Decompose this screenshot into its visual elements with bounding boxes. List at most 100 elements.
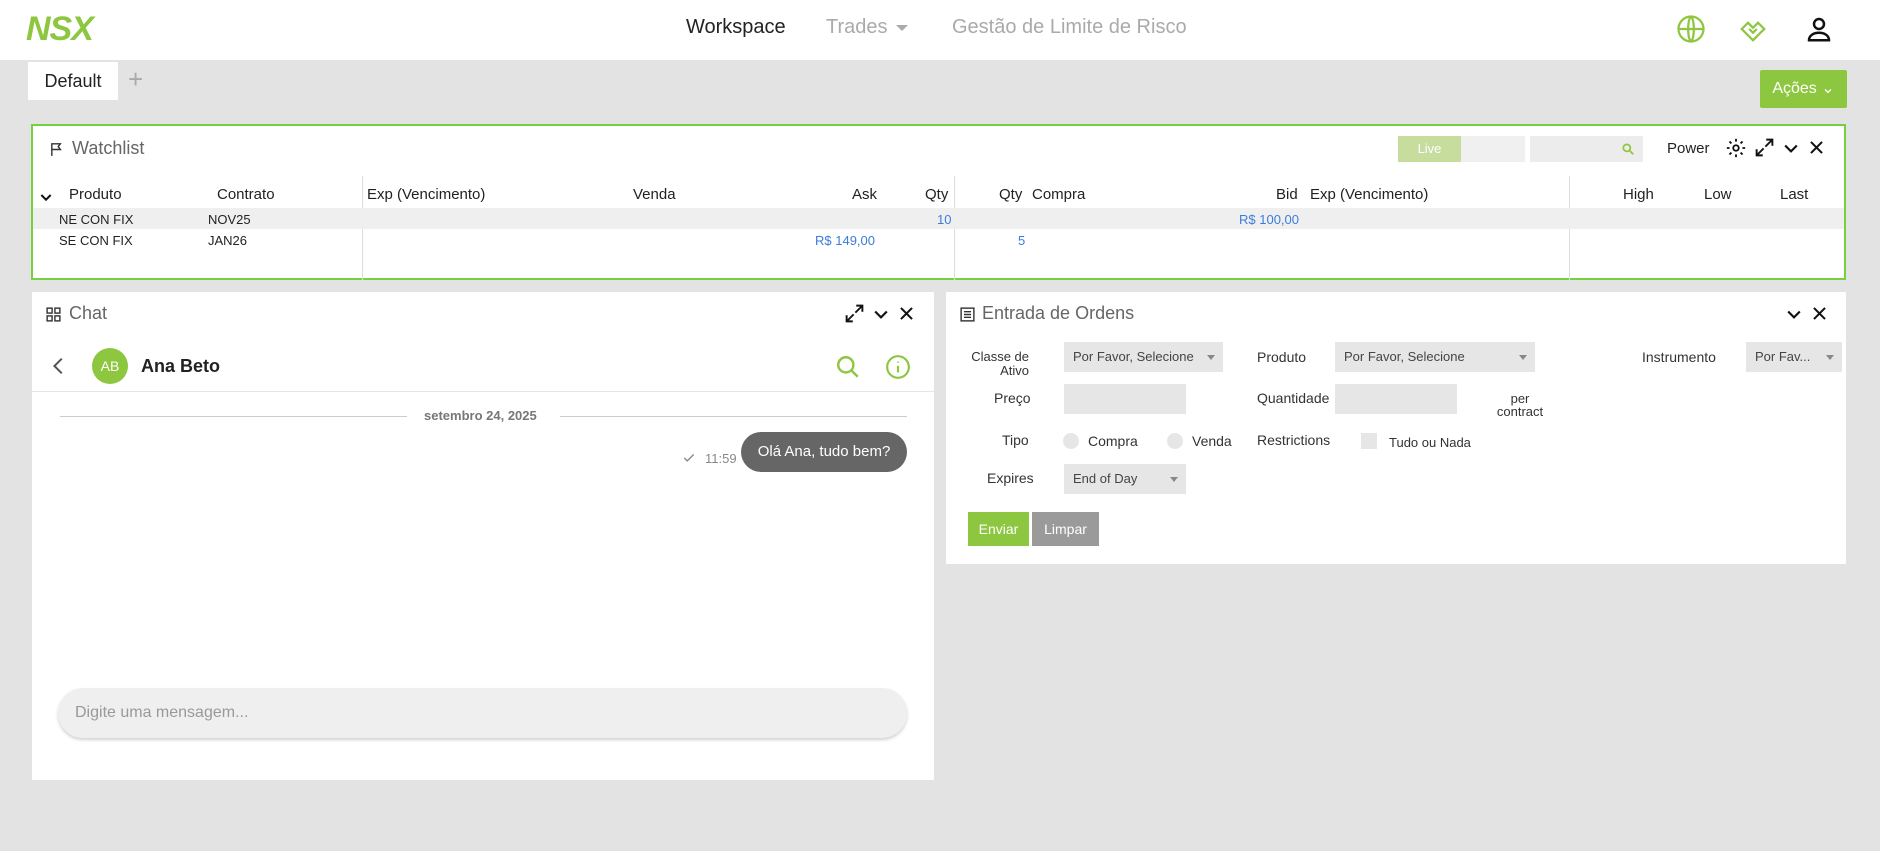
watchlist-title: Watchlist	[72, 138, 145, 158]
live-toggle[interactable]: Live	[1398, 136, 1461, 162]
col-contrato[interactable]: Contrato	[217, 186, 275, 203]
expires-value: End of Day	[1073, 471, 1138, 486]
col-low[interactable]: Low	[1704, 186, 1732, 203]
type-label: Tipo	[1002, 432, 1029, 448]
col-compra[interactable]: Compra	[1032, 186, 1085, 203]
product-label: Produto	[1257, 349, 1307, 365]
per-contract-label: per contract	[1490, 392, 1550, 418]
buy-label[interactable]: Compra	[1088, 433, 1138, 449]
row2-bid-qty[interactable]: 5	[1018, 233, 1025, 248]
dropdown-arrow-icon	[1207, 355, 1215, 360]
contact-name: Ana Beto	[141, 356, 221, 376]
quantity-label: Quantidade	[1257, 390, 1330, 406]
power-label[interactable]: Power	[1667, 140, 1710, 157]
row2-ask[interactable]: R$ 149,00	[815, 233, 875, 248]
row1-bid[interactable]: R$ 100,00	[1239, 212, 1299, 227]
col-exp-venda[interactable]: Exp (Vencimento)	[367, 186, 485, 203]
table-row[interactable]	[33, 229, 1844, 251]
price-input[interactable]	[1064, 384, 1186, 414]
asset-class-label-line2: Ativo	[1000, 363, 1029, 378]
expires-label: Expires	[987, 470, 1034, 486]
sort-chevron-icon[interactable]	[38, 189, 54, 205]
user-account-icon[interactable]	[1804, 14, 1834, 44]
col-ask-qty[interactable]: Qty	[925, 186, 948, 203]
close-icon[interactable]	[1810, 304, 1829, 323]
search-icon[interactable]	[1621, 142, 1635, 156]
nsx-logo[interactable]: NSX	[26, 10, 94, 49]
col-last[interactable]: Last	[1780, 186, 1808, 203]
add-tab-button[interactable]: +	[128, 64, 143, 95]
order-entry-panel: Entrada de Ordens Classe de Ativo Por Fa…	[946, 292, 1846, 564]
dropdown-arrow-icon	[1826, 355, 1834, 360]
gear-icon[interactable]	[1725, 137, 1747, 159]
expires-select[interactable]: End of Day	[1064, 464, 1186, 494]
back-arrow-icon[interactable]	[48, 355, 70, 377]
all-or-none-label[interactable]: Tudo ou Nada	[1389, 435, 1471, 450]
quantity-input[interactable]	[1335, 384, 1457, 414]
header-divider	[32, 391, 934, 392]
expand-icon[interactable]	[1754, 137, 1775, 158]
message-input-placeholder: Digite uma mensagem...	[75, 704, 249, 721]
tab-default[interactable]: Default	[28, 62, 118, 100]
col-bid[interactable]: Bid	[1276, 186, 1298, 203]
col-ask[interactable]: Ask	[852, 186, 877, 203]
live-toggle-off[interactable]	[1461, 136, 1525, 162]
instrument-select[interactable]: Por Fav...	[1746, 342, 1842, 372]
col-exp-compra[interactable]: Exp (Vencimento)	[1310, 186, 1428, 203]
watchlist-panel: Watchlist Live Power Produto Contrato Ex…	[31, 124, 1846, 280]
restrictions-label: Restrictions	[1257, 432, 1331, 448]
product-value: Por Favor, Selecione	[1344, 349, 1465, 364]
handshake-icon[interactable]	[1738, 14, 1768, 44]
col-venda[interactable]: Venda	[633, 186, 676, 203]
watchlist-icon	[49, 141, 66, 158]
date-divider-line	[60, 416, 407, 417]
product-select[interactable]: Por Favor, Selecione	[1335, 342, 1535, 372]
instrument-label: Instrumento	[1642, 349, 1716, 365]
orders-title: Entrada de Ordens	[982, 303, 1135, 323]
actions-button[interactable]: Ações ⌄	[1760, 70, 1847, 108]
row2-produto: SE CON FIX	[59, 233, 133, 248]
nav-workspace[interactable]: Workspace	[686, 16, 786, 39]
row2-contrato: JAN26	[208, 233, 248, 248]
search-icon[interactable]	[835, 354, 861, 380]
order-list-icon	[959, 306, 976, 323]
close-icon[interactable]	[1807, 138, 1826, 157]
row1-produto: NE CON FIX	[59, 212, 134, 227]
nav-risk-limit[interactable]: Gestão de Limite de Risco	[952, 16, 1187, 39]
message-input[interactable]: Digite uma mensagem...	[58, 688, 907, 738]
chat-widget-icon	[45, 306, 62, 323]
collapse-chevron-icon[interactable]	[1781, 138, 1801, 158]
expand-icon[interactable]	[844, 303, 865, 324]
asset-class-value: Por Favor, Selecione	[1073, 349, 1194, 364]
send-button[interactable]: Enviar	[968, 512, 1029, 546]
check-icon	[682, 451, 696, 465]
sell-radio[interactable]	[1167, 433, 1183, 449]
message-bubble[interactable]: Olá Ana, tudo bem?	[741, 432, 907, 472]
caret-down-icon	[895, 24, 908, 31]
actions-label: Ações	[1772, 80, 1817, 97]
per-contract-line2: contract	[1496, 404, 1544, 419]
date-divider-line	[560, 416, 907, 417]
asset-class-select[interactable]: Por Favor, Selecione	[1064, 342, 1223, 372]
info-icon[interactable]	[885, 354, 911, 380]
collapse-chevron-icon[interactable]	[871, 304, 891, 324]
dropdown-arrow-icon	[1519, 355, 1527, 360]
close-icon[interactable]	[897, 304, 916, 323]
col-produto[interactable]: Produto	[69, 186, 122, 203]
instrument-value: Por Fav...	[1755, 349, 1811, 364]
clear-button[interactable]: Limpar	[1032, 512, 1099, 546]
col-high[interactable]: High	[1623, 186, 1654, 203]
nav-trades[interactable]: Trades	[826, 16, 908, 39]
all-or-none-checkbox[interactable]	[1361, 433, 1377, 449]
buy-radio[interactable]	[1063, 433, 1079, 449]
message-time: 11:59	[705, 451, 737, 466]
collapse-chevron-icon[interactable]	[1784, 304, 1804, 324]
watchlist-search-input[interactable]	[1530, 136, 1643, 162]
asset-class-label-line1: Classe de	[971, 349, 1029, 364]
nav-trades-label: Trades	[826, 16, 888, 38]
row1-ask-qty[interactable]: 10	[937, 212, 951, 227]
sell-label[interactable]: Venda	[1192, 433, 1232, 449]
avatar: AB	[92, 348, 128, 384]
globe-icon[interactable]	[1676, 14, 1706, 44]
col-bid-qty[interactable]: Qty	[999, 186, 1022, 203]
